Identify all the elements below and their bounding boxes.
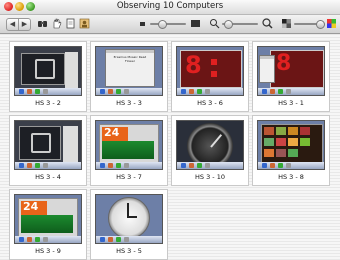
screen-thumbnail [176, 120, 244, 170]
screen-thumbnail [95, 194, 163, 244]
computer-label: HS 3 - 4 [35, 173, 61, 181]
screen-size-slider[interactable] [150, 23, 186, 25]
computer-label: HS 3 - 6 [197, 99, 223, 107]
computer-tile[interactable]: 8 HS 3 - 1 [252, 41, 330, 112]
screen-thumbnail: Erasmus Mosaic Read Flower [95, 46, 163, 96]
zoom-large-icon [262, 18, 273, 29]
big-digit: 8 [185, 51, 202, 79]
thumbnail-text: Erasmus Mosaic Read Flower [113, 55, 147, 63]
zoom-small-icon [209, 18, 220, 29]
hand-icon[interactable] [51, 18, 62, 29]
dock [96, 88, 162, 95]
screen-thumbnail [257, 120, 325, 170]
score-number: 24 [23, 200, 39, 213]
big-digit: 8 [276, 51, 292, 76]
computer-tile[interactable]: HS 3 - 5 [90, 189, 168, 260]
screen-thumbnail [14, 46, 82, 96]
screen-thumbnail: 24 [95, 120, 163, 170]
computer-grid: HS 3 - 2 Erasmus Mosaic Read Flower HS 3… [9, 41, 331, 260]
computer-tile[interactable]: Erasmus Mosaic Read Flower HS 3 - 3 [90, 41, 168, 112]
screen-size-large-icon [190, 18, 201, 29]
computer-tile[interactable]: HS 3 - 10 [171, 115, 249, 186]
computer-label: HS 3 - 5 [116, 247, 142, 255]
screen-size-slider-knob[interactable] [158, 20, 167, 29]
dock [177, 88, 243, 95]
computer-tile[interactable]: HS 3 - 8 [252, 115, 330, 186]
screen-thumbnail: 8 [257, 46, 325, 96]
window-title: Observing 10 Computers [116, 1, 224, 11]
computer-label: HS 3 - 10 [195, 173, 225, 181]
person-icon[interactable] [79, 18, 90, 29]
computer-tile[interactable]: 8 HS 3 - 6 [171, 41, 249, 112]
computer-label: HS 3 - 9 [35, 247, 61, 255]
computer-tile[interactable]: HS 3 - 2 [9, 41, 87, 112]
score-number: 24 [104, 126, 120, 139]
computer-tile[interactable]: 24 HS 3 - 7 [90, 115, 168, 186]
dock [15, 162, 81, 169]
screen-thumbnail: 8 [176, 46, 244, 96]
dock [15, 236, 81, 243]
binoculars-icon[interactable] [37, 18, 48, 29]
computer-tile[interactable]: 24 HS 3 - 9 [9, 189, 87, 260]
dock [96, 162, 162, 169]
screen-thumbnail [14, 120, 82, 170]
grayscale-icon [281, 18, 292, 29]
toolbar: ◀ ▶ [0, 15, 340, 34]
dock [258, 162, 324, 169]
screen-size-small-icon [137, 18, 148, 29]
dock [258, 88, 324, 95]
forward-arrow-icon: ▶ [21, 20, 28, 28]
title-bar: Observing 10 Computers [0, 0, 340, 15]
color-slider-knob[interactable] [316, 20, 325, 29]
computer-label: HS 3 - 3 [116, 99, 142, 107]
zoom-slider-knob[interactable] [224, 20, 233, 29]
back-arrow-icon: ◀ [9, 20, 16, 28]
computer-label: HS 3 - 2 [35, 99, 61, 107]
screen-thumbnail: 24 [14, 194, 82, 244]
dock [15, 88, 81, 95]
window: Observing 10 Computers ◀ ▶ HS 3 - 2 Eras… [0, 0, 340, 260]
computer-label: HS 3 - 7 [116, 173, 142, 181]
computer-label: HS 3 - 8 [278, 173, 304, 181]
dock [177, 162, 243, 169]
computer-label: HS 3 - 1 [278, 99, 304, 107]
computer-tile[interactable]: HS 3 - 4 [9, 115, 87, 186]
color-icon [326, 18, 337, 29]
forward-button[interactable]: ▶ [18, 18, 31, 31]
dock [96, 236, 162, 243]
document-icon[interactable] [65, 18, 76, 29]
